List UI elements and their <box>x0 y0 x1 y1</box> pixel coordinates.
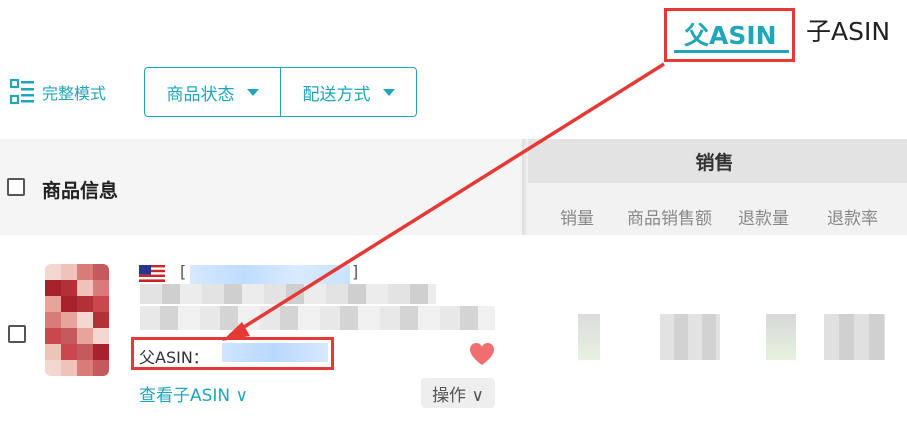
redacted-product-sales <box>660 314 720 360</box>
thumbnail-pixel <box>45 264 61 280</box>
thumbnail-pixel <box>77 328 93 344</box>
thumbnail-pixel <box>61 264 77 280</box>
col-product-sales[interactable]: 商品销售额 <box>627 204 712 229</box>
product-info-header: 商品信息 <box>42 180 119 202</box>
heart-icon[interactable] <box>469 342 495 366</box>
parent-asin-highlight-box <box>131 337 334 370</box>
product-thumbnail[interactable] <box>45 264 109 376</box>
actions-button[interactable]: 操作 ∨ <box>421 378 495 408</box>
select-all-checkbox[interactable] <box>7 178 25 196</box>
redacted-refund-rate <box>824 314 885 360</box>
thumbnail-pixel <box>93 328 109 344</box>
thumbnail-pixel <box>93 296 109 312</box>
thumbnail-pixel <box>93 344 109 360</box>
view-child-asin-link[interactable]: 查看子ASIN ∨ <box>139 381 248 406</box>
thumbnail-pixel <box>45 328 61 344</box>
thumbnail-pixel <box>77 264 93 280</box>
thumbnail-pixel <box>61 312 77 328</box>
us-flag-icon <box>139 265 165 282</box>
title-bracket-open: [ <box>180 262 187 281</box>
tab-parent-asin[interactable]: 父ASIN <box>664 8 795 62</box>
fulfillment-method-dropdown[interactable]: 配送方式 <box>280 68 416 116</box>
thumbnail-pixel <box>93 312 109 328</box>
thumbnail-pixel <box>45 312 61 328</box>
caret-down-icon <box>382 88 395 96</box>
thumbnail-pixel <box>77 296 93 312</box>
thumbnail-pixel <box>45 360 61 376</box>
filter-group: 商品状态 配送方式 <box>144 67 417 117</box>
product-status-dropdown[interactable]: 商品状态 <box>145 68 280 116</box>
product-status-label: 商品状态 <box>166 84 235 105</box>
title-bracket-close: ] <box>352 262 359 281</box>
thumbnail-pixel <box>61 328 77 344</box>
thumbnail-pixel <box>45 344 61 360</box>
thumbnail-pixel <box>61 360 77 376</box>
grid-list-icon <box>10 79 34 105</box>
redacted-title <box>190 265 350 285</box>
thumbnail-pixel <box>45 296 61 312</box>
row-select-checkbox[interactable] <box>8 325 26 343</box>
col-refund-rate[interactable]: 退款率 <box>827 204 878 229</box>
thumbnail-pixel <box>61 296 77 312</box>
redacted-product-name-line-1 <box>140 284 436 304</box>
full-mode-label: 完整模式 <box>42 84 107 103</box>
thumbnail-pixel <box>61 280 77 296</box>
col-refund-units[interactable]: 退款量 <box>738 204 789 229</box>
thumbnail-pixel <box>93 280 109 296</box>
thumbnail-pixel <box>45 280 61 296</box>
active-tab-underline <box>674 50 789 53</box>
column-divider <box>522 139 528 235</box>
col-units-sold[interactable]: 销量 <box>560 204 594 229</box>
redacted-units-sold <box>578 314 600 360</box>
thumbnail-pixel <box>77 280 93 296</box>
redacted-product-name-line-2 <box>140 306 495 330</box>
caret-down-icon <box>246 88 259 96</box>
thumbnail-pixel <box>77 344 93 360</box>
thumbnail-pixel <box>93 360 109 376</box>
tab-child-asin[interactable]: 子ASIN <box>806 12 890 48</box>
thumbnail-pixel <box>77 312 93 328</box>
thumbnail-pixel <box>61 344 77 360</box>
thumbnail-pixel <box>77 360 93 376</box>
full-mode-toggle[interactable]: 完整模式 <box>10 78 106 106</box>
sales-group-header: 销售 <box>522 139 907 183</box>
thumbnail-pixel <box>93 264 109 280</box>
redacted-refund-units <box>766 314 796 360</box>
fulfillment-method-label: 配送方式 <box>302 84 371 105</box>
tab-parent-asin-label: 父ASIN <box>684 21 777 50</box>
